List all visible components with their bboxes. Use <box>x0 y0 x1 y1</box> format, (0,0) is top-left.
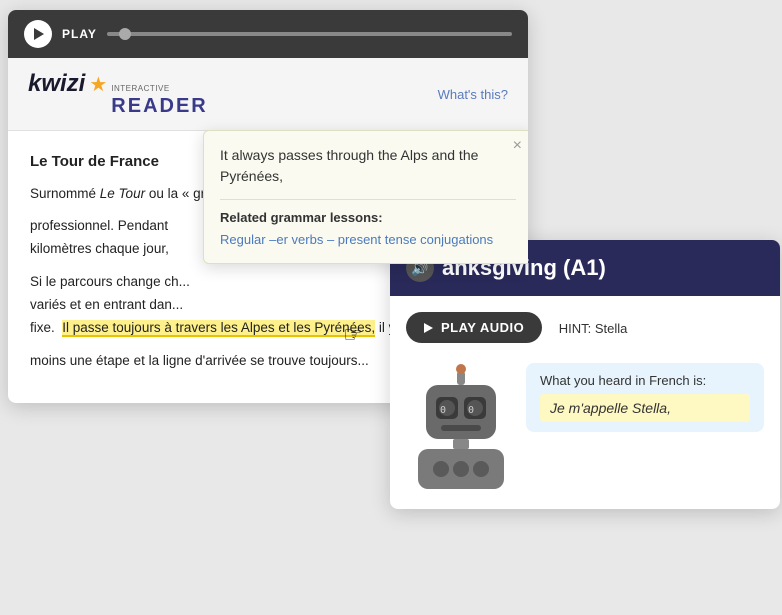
logo-reader-text: READER <box>111 95 207 118</box>
thanksgiving-window: 🔊 anksgiving (A1) PLAY AUDIO HINT: Stell… <box>390 240 780 509</box>
tooltip-close-button[interactable]: × <box>513 137 522 155</box>
progress-track[interactable] <box>107 32 512 36</box>
logo-text-group: interactive READER <box>111 85 207 118</box>
play-button[interactable] <box>24 20 52 48</box>
logo-star-icon: ★ <box>89 72 107 97</box>
whats-this-link[interactable]: What's this? <box>438 87 508 102</box>
tooltip-lesson-link[interactable]: Regular –er verbs – present tense conjug… <box>220 232 493 247</box>
tooltip-related-label: Related grammar lessons: <box>220 210 516 225</box>
svg-text:0: 0 <box>440 405 446 416</box>
hint-text: HINT: Stella <box>559 321 628 336</box>
what-you-heard-box: What you heard in French is: Je m'appell… <box>526 363 764 432</box>
highlighted-sentence[interactable]: Il passe toujours à travers les Alpes et… <box>62 320 375 337</box>
heard-label: What you heard in French is: <box>540 373 750 388</box>
speech-bubble-area: What you heard in French is: Je m'appell… <box>526 363 764 432</box>
play-audio-button[interactable]: PLAY AUDIO <box>406 312 542 343</box>
play-icon <box>34 28 44 40</box>
robot-area: 0 0 What you heard in French is: <box>406 355 764 493</box>
robot-mascot: 0 0 <box>396 363 526 493</box>
play-label: PLAY <box>62 27 97 41</box>
tooltip-popup: × It always passes through the Alps and … <box>203 130 528 264</box>
thanksgiving-content: PLAY AUDIO HINT: Stella 0 <box>390 296 780 509</box>
play-audio-icon <box>424 323 433 333</box>
play-audio-label: PLAY AUDIO <box>441 320 524 335</box>
kwiziq-logo: kwizi ★ interactive READER <box>28 70 208 118</box>
audio-controls-row: PLAY AUDIO HINT: Stella <box>406 312 764 343</box>
tooltip-translation-text: It always passes through the Alps and th… <box>220 145 516 187</box>
logo-interactive-text: interactive <box>111 85 207 93</box>
logo-kw-text: kwizi <box>28 70 85 98</box>
progress-thumb <box>119 28 131 40</box>
tooltip-divider <box>220 199 516 200</box>
reader-toolbar: PLAY <box>8 10 528 58</box>
reader-header: kwizi ★ interactive READER What's this? <box>8 58 528 131</box>
french-text: Je m'appelle Stella, <box>540 394 750 422</box>
svg-text:0: 0 <box>468 405 474 416</box>
